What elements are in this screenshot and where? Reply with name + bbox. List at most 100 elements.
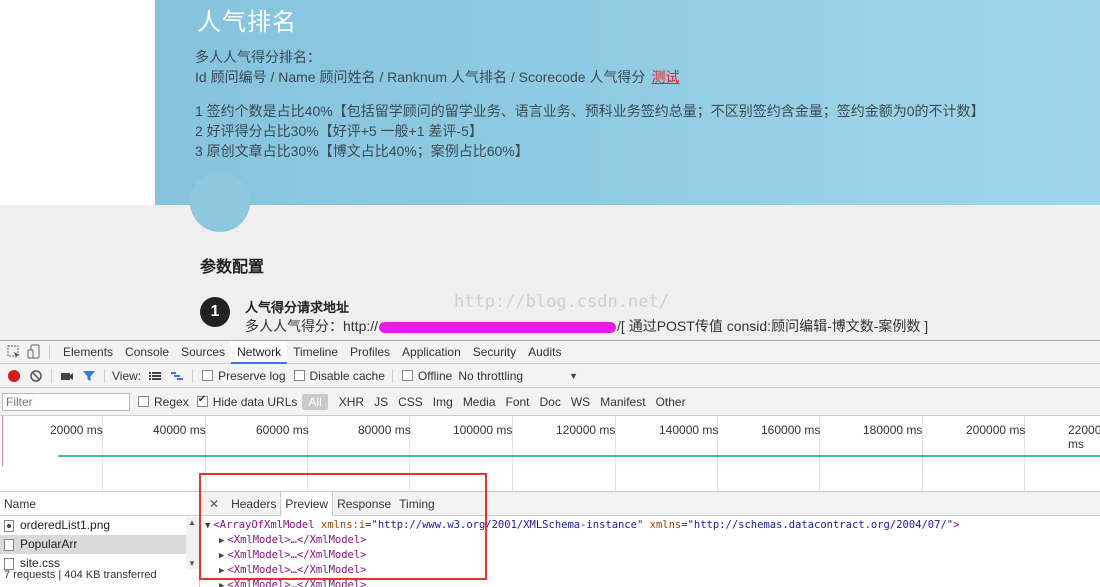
detail-tab-bar: ✕ Headers Preview Response Timing bbox=[201, 491, 1100, 516]
tab-audits[interactable]: Audits bbox=[522, 341, 567, 364]
filter-type-all[interactable]: All bbox=[302, 393, 328, 410]
offline-checkbox[interactable] bbox=[401, 370, 413, 381]
collapsed-triangle-icon[interactable]: ▶ bbox=[219, 551, 224, 561]
tab-preview[interactable]: Preview bbox=[280, 491, 334, 516]
chevron-down-icon[interactable]: ▼ bbox=[569, 371, 578, 381]
tab-response[interactable]: Response bbox=[333, 492, 395, 516]
hide-data-urls-label: Hide data URLs bbox=[212, 394, 298, 409]
tab-application[interactable]: Application bbox=[396, 341, 467, 364]
banner: 人气排名 多人人气得分排名： Id 顾问编号 / Name 顾问姓名 / Ran… bbox=[155, 0, 1100, 205]
filter-type-js[interactable]: JS bbox=[369, 395, 393, 409]
xml-root-tag: ArrayOfXmlModel bbox=[219, 519, 315, 531]
timeline-tick-label: 160000 ms bbox=[761, 423, 821, 437]
xml-attr-value: "http://schemas.datacontract.org/2004/07… bbox=[687, 519, 954, 531]
record-button[interactable] bbox=[8, 369, 20, 382]
tab-profiles[interactable]: Profiles bbox=[344, 341, 396, 364]
rule-3: 3 原创文章占比30%【博文占比40%；案例占比60%】 bbox=[195, 143, 529, 159]
xml-child-node[interactable]: ▶ <XmlModel>…</XmlModel> bbox=[205, 548, 1100, 563]
request-summary: 7 requests | 404 KB transferred bbox=[4, 569, 157, 581]
filter-type-manifest[interactable]: Manifest bbox=[595, 395, 650, 409]
filter-type-xhr[interactable]: XHR bbox=[334, 395, 369, 409]
name-column-header[interactable]: Name bbox=[0, 492, 199, 516]
filter-icon[interactable] bbox=[81, 368, 97, 384]
request-detail: ✕ Headers Preview Response Timing ▼ <Arra… bbox=[201, 491, 1100, 587]
timeline-tick-label: 180000 ms bbox=[863, 423, 923, 437]
collapsed-triangle-icon[interactable]: ▶ bbox=[219, 581, 224, 587]
preserve-log-label: Preserve log bbox=[218, 368, 286, 383]
tab-console[interactable]: Console bbox=[119, 341, 175, 364]
disable-cache-checkbox[interactable] bbox=[293, 370, 305, 381]
regex-label: Regex bbox=[154, 394, 189, 409]
decorative-circle bbox=[190, 172, 250, 232]
large-rows-icon[interactable] bbox=[147, 368, 163, 384]
clear-icon[interactable] bbox=[28, 368, 44, 384]
redaction-scribble bbox=[379, 321, 617, 333]
filter-type-doc[interactable]: Doc bbox=[535, 395, 566, 409]
banner-subtitle: 多人人气得分排名： bbox=[195, 49, 321, 65]
tab-elements[interactable]: Elements bbox=[57, 341, 119, 364]
filter-type-media[interactable]: Media bbox=[458, 395, 501, 409]
tab-timeline[interactable]: Timeline bbox=[287, 341, 344, 364]
tab-separator bbox=[49, 345, 50, 359]
timeline-tick-label: 80000 ms bbox=[358, 423, 411, 437]
filter-input[interactable] bbox=[2, 392, 130, 411]
regex-checkbox[interactable] bbox=[138, 396, 149, 407]
page-content: 人气排名 多人人气得分排名： Id 顾问编号 / Name 顾问姓名 / Ran… bbox=[0, 0, 1100, 340]
tab-timing[interactable]: Timing bbox=[395, 492, 439, 516]
toolbar-separator bbox=[51, 368, 52, 383]
filter-type-font[interactable]: Font bbox=[501, 395, 535, 409]
step-desc-suffix: /[ 通过POST传值 consid:顾问编辑-博文数-案例数 ] bbox=[617, 318, 929, 334]
expanded-triangle-icon[interactable]: ▼ bbox=[205, 521, 210, 531]
timeline-tick-label: 140000 ms bbox=[659, 423, 719, 437]
filter-type-img[interactable]: Img bbox=[428, 395, 458, 409]
xml-preview: ▼ <ArrayOfXmlModel xmlns:i="http://www.w3… bbox=[201, 516, 1100, 587]
devtools-tab-bar: Elements Console Sources Network Timelin… bbox=[0, 340, 1100, 364]
requests-panel: Name orderedList1.png PopularArr site.cs… bbox=[0, 491, 1100, 587]
devtools-panel: Elements Console Sources Network Timelin… bbox=[0, 340, 1100, 587]
fields-line: Id 顾问编号 / Name 顾问姓名 / Ranknum 人气排名 / Sco… bbox=[195, 67, 679, 87]
collapsed-triangle-icon[interactable]: ▶ bbox=[219, 536, 224, 546]
timeline-tick-label: 100000 ms bbox=[453, 423, 513, 437]
camera-icon[interactable] bbox=[59, 368, 75, 384]
scroll-down-icon[interactable]: ▼ bbox=[188, 559, 196, 568]
tab-network[interactable]: Network bbox=[231, 340, 288, 364]
xml-attr-value: "http://www.w3.org/2001/XMLSchema-instan… bbox=[371, 519, 644, 531]
step-description: 多人人气得分：http:// /[ 通过POST传值 consid:顾问编辑-博文… bbox=[245, 316, 928, 336]
fields-text: Id 顾问编号 / Name 顾问姓名 / Ranknum 人气排名 / Sco… bbox=[195, 69, 646, 85]
collapsed-triangle-icon[interactable]: ▶ bbox=[219, 566, 224, 576]
timeline-tick-label: 200000 ms bbox=[966, 423, 1026, 437]
test-link[interactable]: 测试 bbox=[651, 69, 679, 85]
tab-headers[interactable]: Headers bbox=[227, 492, 280, 516]
document-file-icon bbox=[4, 538, 14, 551]
request-row[interactable]: orderedList1.png bbox=[0, 516, 186, 535]
tab-sources[interactable]: Sources bbox=[175, 341, 231, 364]
section-title: 参数配置 bbox=[200, 259, 265, 276]
preserve-log-checkbox[interactable] bbox=[202, 370, 214, 381]
xml-child-node[interactable]: ▶ <XmlModel>…</XmlModel> bbox=[205, 578, 1100, 587]
throttling-select[interactable]: No throttling bbox=[458, 369, 523, 383]
xml-attr-name: xmlns bbox=[649, 519, 682, 531]
timeline-tick-label: 60000 ms bbox=[256, 423, 309, 437]
left-margin bbox=[0, 0, 155, 205]
filter-type-other[interactable]: Other bbox=[651, 395, 691, 409]
xml-child-node[interactable]: ▶ <XmlModel>…</XmlModel> bbox=[205, 563, 1100, 578]
toolbar-separator bbox=[104, 368, 105, 383]
xml-child-node[interactable]: ▶ <XmlModel>…</XmlModel> bbox=[205, 533, 1100, 548]
request-row-selected[interactable]: PopularArr bbox=[0, 535, 186, 554]
rule-2: 2 好评得分占比30%【好评+5 一般+1 差评-5】 bbox=[195, 123, 483, 139]
step-desc-prefix: 多人人气得分：http:// bbox=[245, 318, 379, 334]
watermark: http://blog.csdn.net/ bbox=[454, 292, 669, 312]
xml-root[interactable]: ▼ <ArrayOfXmlModel xmlns:i="http://www.w3… bbox=[205, 518, 1100, 533]
close-icon[interactable]: ✕ bbox=[209, 497, 219, 511]
filter-type-ws[interactable]: WS bbox=[566, 395, 595, 409]
waterfall-overview-icon[interactable] bbox=[169, 368, 185, 384]
timeline-tick-label: 120000 ms bbox=[556, 423, 616, 437]
request-list-scrollbar[interactable]: ▲ ▼ bbox=[186, 517, 199, 569]
scroll-up-icon[interactable]: ▲ bbox=[188, 518, 196, 527]
inspect-element-icon[interactable] bbox=[6, 344, 22, 360]
device-mode-icon[interactable] bbox=[26, 344, 42, 360]
filter-type-css[interactable]: CSS bbox=[393, 395, 428, 409]
timeline-overview[interactable]: 20000 ms 40000 ms 60000 ms 80000 ms 1000… bbox=[0, 416, 1100, 492]
tab-security[interactable]: Security bbox=[467, 341, 522, 364]
hide-data-urls-checkbox[interactable] bbox=[196, 394, 208, 407]
